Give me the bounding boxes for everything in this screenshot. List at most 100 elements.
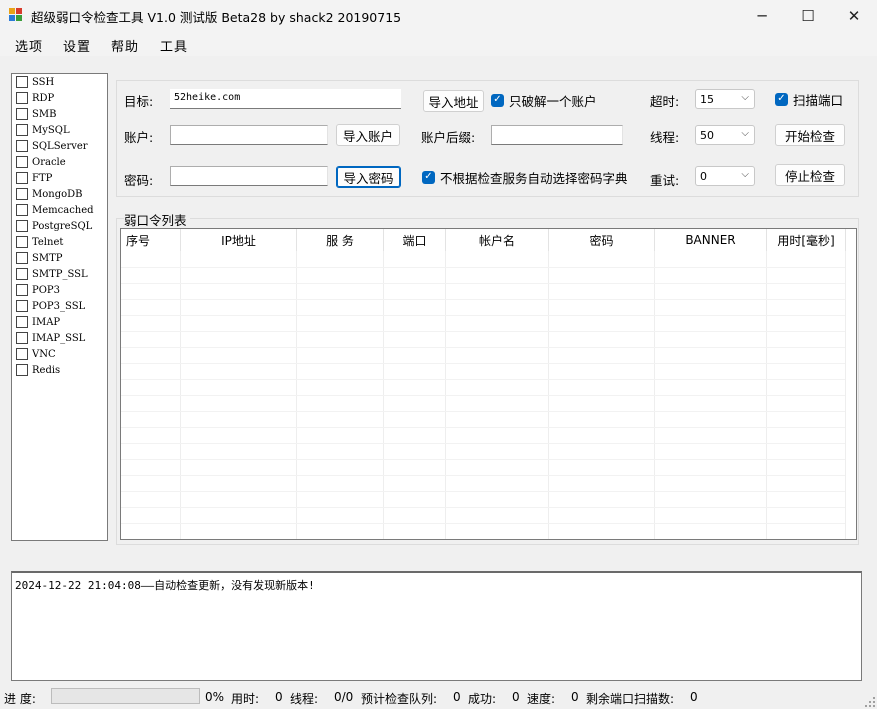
service-item[interactable]: SMB: [16, 107, 56, 121]
password-input[interactable]: [170, 166, 328, 186]
start-check-button[interactable]: 开始检查: [775, 124, 845, 146]
grid-row-line: [121, 443, 845, 444]
service-list: SSH RDP SMB MySQL SQLServer Oracle FTP MongoDB M…: [11, 73, 108, 541]
service-label: IMAP: [32, 316, 61, 328]
checkbox-icon[interactable]: [16, 92, 28, 104]
service-item[interactable]: IMAP_SSL: [16, 331, 85, 345]
import-password-button[interactable]: 导入密码: [336, 166, 401, 188]
grid-row-line: [121, 347, 845, 348]
grid-row-line: [121, 427, 845, 428]
checkbox-icon[interactable]: [16, 124, 28, 136]
import-target-button[interactable]: 导入地址: [423, 90, 484, 112]
checkbox-icon[interactable]: [16, 268, 28, 280]
checkbox-icon[interactable]: [16, 348, 28, 360]
service-item[interactable]: VNC: [16, 347, 56, 361]
retry-label: 重试:: [650, 173, 680, 188]
speed-label: 速度:: [527, 692, 556, 706]
check-icon: ✓: [775, 92, 788, 106]
timeout-select[interactable]: 15 ⌵: [695, 89, 755, 109]
window-title: 超级弱口令检查工具 V1.0 测试版 Beta28 by shack2 2019…: [31, 10, 402, 25]
maximize-button[interactable]: ☐: [785, 0, 831, 31]
checkbox-icon[interactable]: [16, 316, 28, 328]
account-input[interactable]: [170, 125, 328, 145]
success-label: 成功:: [468, 692, 497, 706]
grid-row-line: [121, 299, 845, 300]
retry-select[interactable]: 0 ⌵: [695, 166, 755, 186]
column-header[interactable]: IP地址: [181, 229, 297, 251]
service-item[interactable]: POP3: [16, 283, 60, 297]
service-item[interactable]: SMTP_SSL: [16, 267, 88, 281]
column-header[interactable]: 序号: [121, 229, 181, 251]
checkbox-icon[interactable]: [16, 364, 28, 376]
service-item[interactable]: Telnet: [16, 235, 63, 249]
service-item[interactable]: POP3_SSL: [16, 299, 85, 313]
service-label: SSH: [32, 76, 55, 88]
menu-options[interactable]: 选项: [15, 36, 43, 55]
service-label: IMAP_SSL: [32, 332, 86, 344]
checkbox-icon[interactable]: [16, 332, 28, 344]
column-header[interactable]: 端口: [384, 229, 446, 251]
checkbox-icon[interactable]: [16, 220, 28, 232]
checkbox-icon[interactable]: [16, 108, 28, 120]
service-item[interactable]: FTP: [16, 171, 52, 185]
results-table[interactable]: 序号 IP地址服 务端口 帐户名 密码 BANNER 用时[毫秒]: [120, 228, 857, 540]
checkbox-icon[interactable]: [16, 284, 28, 296]
menu-tools[interactable]: 工具: [160, 36, 188, 55]
service-label: Redis: [32, 364, 61, 376]
threads-value: 50: [700, 129, 714, 142]
chevron-down-icon: ⌵: [741, 92, 749, 103]
grid-row-line: [121, 523, 845, 524]
column-header[interactable]: BANNER: [655, 229, 767, 251]
minimize-button[interactable]: ─: [739, 0, 785, 31]
log-box[interactable]: 2024-12-22 21:04:08——自动检查更新，没有发现新版本!: [11, 571, 862, 681]
resize-grip-icon[interactable]: [865, 697, 875, 707]
account-label: 账户:: [124, 130, 154, 145]
checkbox-icon[interactable]: [16, 300, 28, 312]
service-label: SMTP_SSL: [32, 268, 88, 280]
checkbox-icon[interactable]: [16, 236, 28, 248]
status-threads-value: 0/0: [334, 690, 354, 704]
service-item[interactable]: SQLServer: [16, 139, 88, 153]
checkbox-icon[interactable]: [16, 76, 28, 88]
auto-dict-label: 不根据检查服务自动选择密码字典: [440, 170, 628, 186]
service-item[interactable]: IMAP: [16, 315, 60, 329]
checkbox-icon[interactable]: [16, 172, 28, 184]
account-suffix-input[interactable]: [491, 125, 623, 145]
threads-select[interactable]: 50 ⌵: [695, 125, 755, 145]
import-account-button[interactable]: 导入账户: [336, 124, 400, 146]
scan-port-checkbox[interactable]: ✓ 扫描端口: [775, 91, 843, 108]
column-header[interactable]: 服 务: [297, 229, 384, 251]
service-label: MySQL: [32, 124, 70, 136]
grid-row-line: [121, 379, 845, 380]
menu-settings[interactable]: 设置: [63, 36, 91, 55]
grid-row-line: [121, 395, 845, 396]
service-item[interactable]: SSH: [16, 75, 54, 89]
crack-one-account-checkbox[interactable]: ✓ 只破解一个账户: [491, 92, 597, 109]
grid-row-line: [121, 363, 845, 364]
timeout-value: 15: [700, 93, 714, 106]
service-item[interactable]: Oracle: [16, 155, 66, 169]
column-header[interactable]: 用时[毫秒]: [767, 229, 846, 251]
target-input[interactable]: 52heike.com: [170, 89, 401, 109]
service-item[interactable]: MySQL: [16, 123, 70, 137]
menu-help[interactable]: 帮助: [111, 36, 139, 55]
checkbox-icon[interactable]: [16, 252, 28, 264]
service-item[interactable]: SMTP: [16, 251, 63, 265]
service-label: PostgreSQL: [32, 220, 93, 232]
checkbox-icon[interactable]: [16, 140, 28, 152]
auto-dict-checkbox[interactable]: ✓ 不根据检查服务自动选择密码字典: [422, 169, 628, 186]
column-header[interactable]: 帐户名: [446, 229, 549, 251]
speed-value: 0: [571, 690, 579, 704]
close-button[interactable]: ✕: [831, 0, 877, 31]
checkbox-icon[interactable]: [16, 188, 28, 200]
service-item[interactable]: RDP: [16, 91, 54, 105]
service-label: VNC: [32, 348, 56, 360]
stop-check-button[interactable]: 停止检查: [775, 164, 845, 186]
service-item[interactable]: Redis: [16, 363, 60, 377]
column-header[interactable]: 密码: [549, 229, 655, 251]
checkbox-icon[interactable]: [16, 204, 28, 216]
service-item[interactable]: Memcached: [16, 203, 94, 217]
service-item[interactable]: PostgreSQL: [16, 219, 92, 233]
checkbox-icon[interactable]: [16, 156, 28, 168]
service-item[interactable]: MongoDB: [16, 187, 83, 201]
